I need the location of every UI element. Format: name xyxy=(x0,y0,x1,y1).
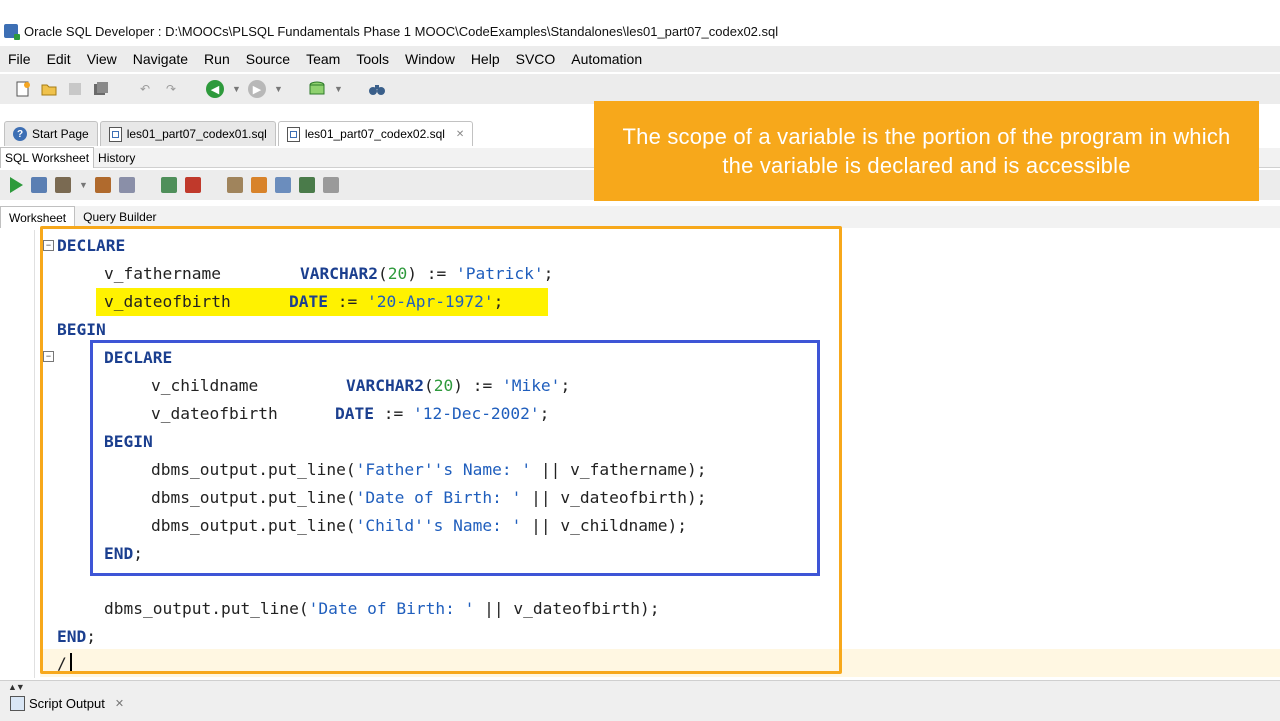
tab-script-output[interactable]: Script Output ✕ xyxy=(10,696,124,711)
help-icon: ? xyxy=(13,127,27,141)
sql-history-icon[interactable] xyxy=(275,177,291,193)
worksheet-inner-tabs: Worksheet Query Builder xyxy=(0,205,1280,229)
callout-text: The scope of a variable is the portion o… xyxy=(622,124,1231,178)
autotrace-icon[interactable] xyxy=(55,177,71,193)
window-title: Oracle SQL Developer : D:\MOOCs\PLSQL Fu… xyxy=(24,23,779,39)
main-toolbar: ↶ ↷ ◀ ▼ ▶ ▼ ▼ xyxy=(0,74,1280,104)
rollback-icon[interactable] xyxy=(185,177,201,193)
inner-block-annotation-box xyxy=(90,340,820,576)
close-icon[interactable]: ✕ xyxy=(456,129,464,140)
menu-source[interactable]: Source xyxy=(246,51,290,67)
tab-query-builder[interactable]: Query Builder xyxy=(75,206,164,228)
forward-icon[interactable]: ▶ xyxy=(248,80,266,98)
menu-edit[interactable]: Edit xyxy=(47,51,71,67)
save-all-icon[interactable] xyxy=(92,80,110,98)
tab-codex01[interactable]: les01_part07_codex01.sql xyxy=(99,121,276,146)
menu-view[interactable]: View xyxy=(87,51,117,67)
tab-sql-worksheet[interactable]: SQL Worksheet xyxy=(0,147,95,168)
sql-connection-icon[interactable] xyxy=(308,80,326,98)
script-output-label: Script Output xyxy=(29,696,105,711)
back-icon[interactable]: ◀ xyxy=(206,80,224,98)
new-file-icon[interactable] xyxy=(14,80,32,98)
explain-plan-icon[interactable] xyxy=(95,177,111,193)
sql-developer-app-icon xyxy=(4,24,20,40)
menu-bar: File Edit View Navigate Run Source Team … xyxy=(0,46,1280,72)
annotation-callout: The scope of a variable is the portion o… xyxy=(594,101,1259,201)
tab-codex02[interactable]: les01_part07_codex02.sql ✕ xyxy=(277,121,474,146)
tab-history[interactable]: History xyxy=(94,148,139,168)
save-icon[interactable] xyxy=(66,80,84,98)
tab-label: Start Page xyxy=(32,127,89,141)
menu-help[interactable]: Help xyxy=(471,51,500,67)
undo-icon[interactable]: ↶ xyxy=(136,80,154,98)
close-icon[interactable]: ✕ xyxy=(115,697,124,710)
sql-file-icon xyxy=(108,126,122,142)
menu-team[interactable]: Team xyxy=(306,51,340,67)
editor-tabs: ? Start Page les01_part07_codex01.sql le… xyxy=(0,118,600,146)
unshared-sql-icon[interactable] xyxy=(227,177,243,193)
autotrace-dropdown-icon[interactable]: ▼ xyxy=(79,180,88,190)
menu-window[interactable]: Window xyxy=(405,51,455,67)
back-dropdown-icon[interactable]: ▼ xyxy=(232,84,241,94)
menu-tools[interactable]: Tools xyxy=(356,51,389,67)
bottom-panel-bar xyxy=(0,680,1280,721)
menu-file[interactable]: File xyxy=(8,51,31,67)
open-folder-icon[interactable] xyxy=(40,80,58,98)
commit-icon[interactable] xyxy=(161,177,177,193)
forward-dropdown-icon[interactable]: ▼ xyxy=(274,84,283,94)
panel-collapse-icon[interactable]: ▲▼ xyxy=(8,682,25,692)
editor-gutter xyxy=(34,230,35,678)
format-sql-icon[interactable] xyxy=(299,177,315,193)
script-output-icon xyxy=(10,696,25,711)
menu-run[interactable]: Run xyxy=(204,51,230,67)
binoculars-icon[interactable] xyxy=(368,80,386,98)
top-strip xyxy=(0,0,1280,18)
redo-icon[interactable]: ↷ xyxy=(162,80,180,98)
run-script-icon[interactable] xyxy=(31,177,47,193)
title-bar: Oracle SQL Developer : D:\MOOCs\PLSQL Fu… xyxy=(0,18,1280,44)
tab-label: les01_part07_codex02.sql xyxy=(304,127,445,141)
clear-eraser-icon[interactable] xyxy=(251,177,267,193)
run-statement-icon[interactable] xyxy=(10,177,23,193)
tab-label: les01_part07_codex01.sql xyxy=(126,127,267,141)
sql-file-icon xyxy=(286,126,300,142)
menu-navigate[interactable]: Navigate xyxy=(133,51,188,67)
clear-icon[interactable] xyxy=(323,177,339,193)
menu-svco[interactable]: SVCO xyxy=(516,51,556,67)
tab-start-page[interactable]: ? Start Page xyxy=(4,121,98,146)
sql-connection-dropdown-icon[interactable]: ▼ xyxy=(334,84,343,94)
sql-tuning-icon[interactable] xyxy=(119,177,135,193)
menu-automation[interactable]: Automation xyxy=(571,51,642,67)
